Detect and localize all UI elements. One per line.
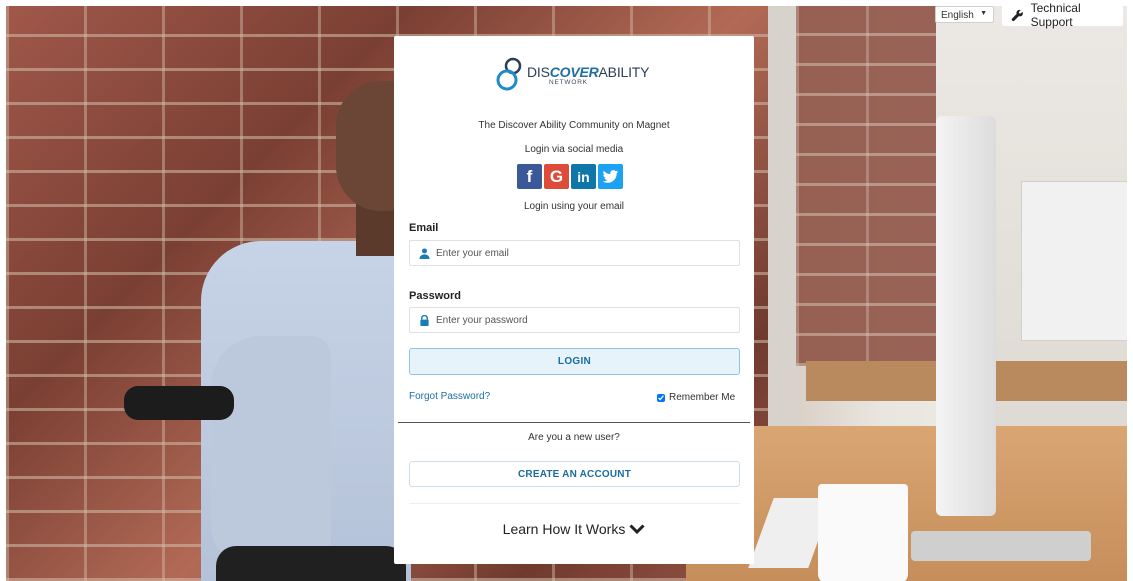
caret-down-icon: ▼ bbox=[980, 10, 987, 17]
logo-text-dis: DIS bbox=[527, 64, 550, 81]
twitter-login-button[interactable] bbox=[598, 164, 623, 189]
google-login-button[interactable]: G bbox=[544, 164, 569, 189]
divider-light bbox=[409, 503, 740, 504]
chevron-down-icon bbox=[629, 524, 645, 535]
monitor bbox=[936, 116, 996, 516]
email-login-heading: Login using your email bbox=[523, 201, 625, 212]
language-value: English bbox=[941, 10, 974, 21]
social-login-heading: Login via social media bbox=[524, 144, 624, 155]
discover-ability-logo: DISCOVERABILITY NETWORK bbox=[496, 54, 656, 98]
email-field[interactable] bbox=[409, 240, 740, 266]
lock-icon bbox=[420, 314, 429, 326]
password-input[interactable] bbox=[436, 314, 726, 326]
google-icon: G bbox=[549, 166, 564, 186]
language-select[interactable]: English ▼ bbox=[935, 6, 994, 23]
forgot-password-link[interactable]: Forgot Password? bbox=[409, 391, 490, 402]
remember-me-label: Remember Me bbox=[669, 392, 736, 403]
technical-support-button[interactable]: Technical Support bbox=[1002, 1, 1123, 29]
brick-wall-right bbox=[796, 6, 936, 366]
email-input[interactable] bbox=[436, 247, 726, 259]
remember-me[interactable]: Remember Me bbox=[657, 392, 735, 403]
divider bbox=[398, 422, 750, 423]
linkedin-login-button[interactable]: in bbox=[571, 164, 596, 189]
logo-text-ability: ABILITY bbox=[598, 64, 650, 81]
wheelchair-handle bbox=[124, 386, 234, 420]
wrench-icon bbox=[1011, 9, 1023, 21]
create-account-button[interactable]: CREATE AN ACCOUNT bbox=[409, 461, 740, 487]
facebook-icon: f bbox=[526, 166, 533, 186]
community-title: The Discover Ability Community on Magnet bbox=[478, 120, 670, 131]
mug bbox=[818, 484, 908, 581]
email-label: Email bbox=[409, 222, 439, 234]
user-icon bbox=[419, 247, 430, 259]
password-field[interactable] bbox=[409, 307, 740, 333]
wheelchair-wheel bbox=[216, 546, 406, 581]
new-user-prompt: Are you a new user? bbox=[528, 432, 620, 443]
logo-rings-icon bbox=[496, 57, 522, 91]
technical-support-label: Technical Support bbox=[1030, 1, 1081, 29]
twitter-icon bbox=[602, 170, 619, 183]
social-buttons: f G in bbox=[517, 164, 623, 189]
remember-me-checkbox[interactable] bbox=[657, 393, 665, 402]
learn-how-it-works-toggle[interactable]: Learn How It Works bbox=[394, 521, 754, 537]
linkedin-icon: in bbox=[577, 168, 590, 185]
person-arm bbox=[211, 336, 331, 566]
learn-how-label: Learn How It Works bbox=[502, 521, 626, 537]
monitor-base bbox=[911, 531, 1091, 561]
facebook-login-button[interactable]: f bbox=[517, 164, 542, 189]
login-button[interactable]: LOGIN bbox=[409, 348, 740, 375]
logo-subtitle: NETWORK bbox=[549, 79, 588, 87]
logo-text-cover: COVER bbox=[549, 64, 599, 81]
monitor-back bbox=[1021, 181, 1127, 341]
password-label: Password bbox=[409, 290, 461, 302]
login-card: DISCOVERABILITY NETWORK The Discover Abi… bbox=[394, 36, 754, 564]
